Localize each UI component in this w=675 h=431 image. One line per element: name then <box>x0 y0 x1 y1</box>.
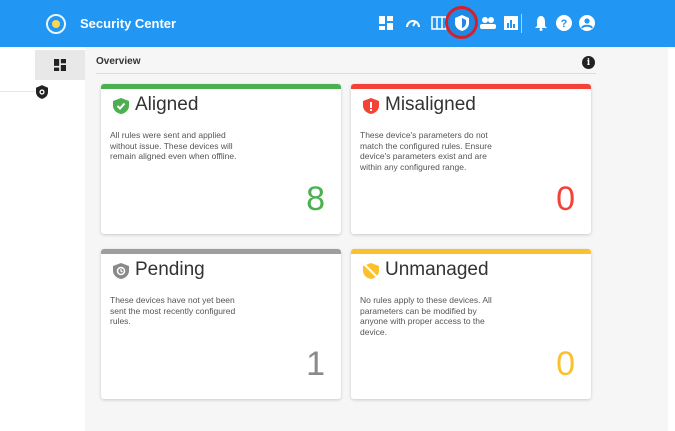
card-aligned[interactable]: Aligned All rules were sent and applied … <box>101 84 341 234</box>
main-content: Overview i Aligned All rules were sent a… <box>85 47 668 431</box>
alert-shield-icon <box>363 98 379 114</box>
header-divider <box>521 14 522 33</box>
section-title: Overview <box>96 56 141 67</box>
card-count: 1 <box>306 345 325 383</box>
card-description: No rules apply to these devices. All par… <box>360 295 492 337</box>
bell-icon[interactable] <box>532 14 550 32</box>
card-title: Misaligned <box>385 94 476 115</box>
card-misaligned[interactable]: Misaligned These device's parameters do … <box>351 84 591 234</box>
card-description: All rules were sent and applied without … <box>110 130 237 161</box>
section-divider <box>96 73 596 74</box>
card-status-bar <box>101 84 341 89</box>
card-title: Unmanaged <box>385 259 489 280</box>
card-description: These devices have not yet been sent the… <box>110 295 236 326</box>
card-count: 0 <box>556 345 575 383</box>
card-pending[interactable]: Pending These devices have not yet been … <box>101 249 341 399</box>
sidebar <box>35 47 85 431</box>
card-status-bar <box>351 249 591 254</box>
pending-shield-icon <box>113 263 129 279</box>
app-header: Security Center ? <box>0 0 675 47</box>
unmanaged-shield-icon <box>363 263 379 279</box>
card-status-bar <box>101 249 341 254</box>
card-count: 8 <box>306 180 325 218</box>
app-title: Security Center <box>80 16 177 31</box>
card-description: These device's parameters do not match t… <box>360 130 492 172</box>
dashboard-icon[interactable] <box>377 14 395 32</box>
app-logo-icon <box>46 14 66 34</box>
card-count: 0 <box>556 180 575 218</box>
right-edge <box>668 47 675 431</box>
card-status-bar <box>351 84 591 89</box>
help-icon[interactable]: ? <box>555 14 573 32</box>
card-unmanaged[interactable]: Unmanaged No rules apply to these device… <box>351 249 591 399</box>
card-title: Aligned <box>135 94 199 115</box>
dashboard-icon <box>54 59 66 71</box>
info-icon[interactable]: i <box>582 56 595 69</box>
account-icon[interactable] <box>578 14 596 32</box>
svg-text:?: ? <box>561 18 568 30</box>
card-title: Pending <box>135 259 205 280</box>
group-icon[interactable] <box>479 14 497 32</box>
shield-icon <box>36 85 48 99</box>
left-strip <box>0 47 35 92</box>
shield-icon[interactable] <box>453 14 471 32</box>
sidebar-item-security[interactable] <box>35 77 85 107</box>
speed-icon[interactable] <box>404 14 422 32</box>
report-icon[interactable] <box>502 14 520 32</box>
sidebar-item-dashboard[interactable] <box>35 50 85 80</box>
check-shield-icon <box>113 98 129 114</box>
